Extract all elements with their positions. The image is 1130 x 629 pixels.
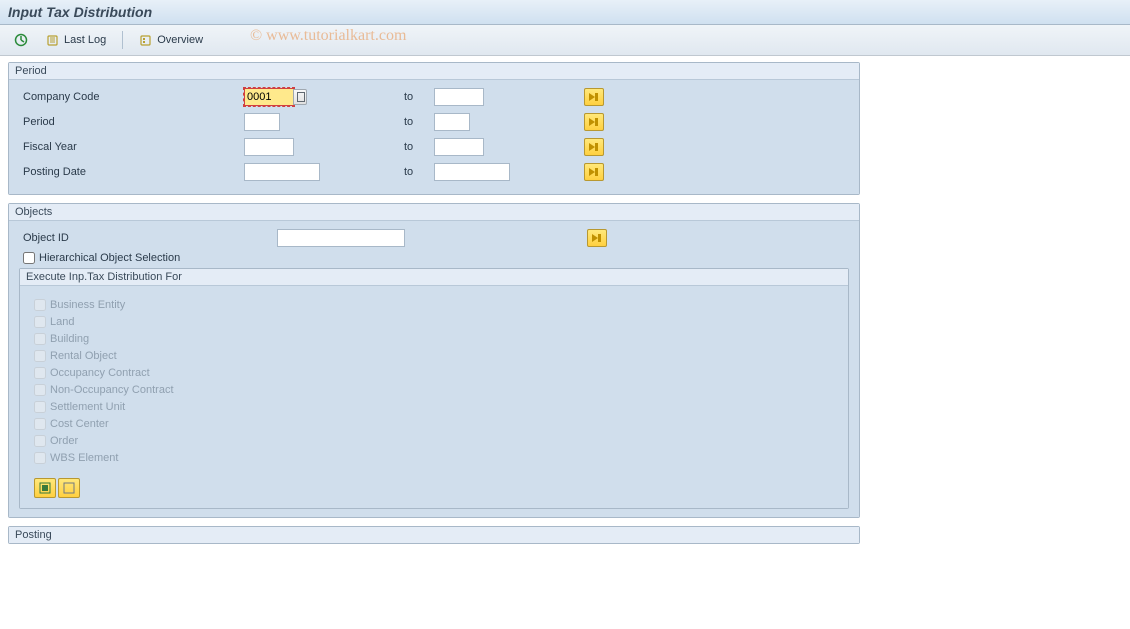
- period-panel-title: Period: [9, 63, 859, 80]
- label-rental-object: Rental Object: [50, 350, 117, 362]
- fiscal-year-from-input[interactable]: [244, 138, 294, 156]
- label-non-occupancy-contract: Non-Occupancy Contract: [50, 384, 174, 396]
- objects-panel: Objects Object ID Hierarchical Object Se…: [8, 203, 860, 518]
- label-fiscal-year: Fiscal Year: [19, 141, 244, 153]
- select-all-button[interactable]: [34, 478, 56, 498]
- deselect-all-icon: [63, 482, 75, 494]
- overview-label: Overview: [157, 34, 203, 46]
- label-land: Land: [50, 316, 74, 328]
- hierarchical-checkbox-row: Hierarchical Object Selection: [23, 252, 849, 264]
- object-id-input[interactable]: [277, 229, 405, 247]
- period-to-input[interactable]: [434, 113, 470, 131]
- deselect-all-button[interactable]: [58, 478, 80, 498]
- log-icon: [46, 33, 60, 47]
- fiscal-year-to-input[interactable]: [434, 138, 484, 156]
- check-non-occupancy-contract: [34, 384, 46, 396]
- to-label: to: [404, 166, 434, 178]
- multi-select-button[interactable]: [584, 163, 604, 181]
- label-period: Period: [19, 116, 244, 128]
- last-log-button[interactable]: Last Log: [40, 31, 112, 49]
- period-from-input[interactable]: [244, 113, 280, 131]
- label-object-id: Object ID: [19, 232, 277, 244]
- label-order: Order: [50, 435, 78, 447]
- company-code-to-input[interactable]: [434, 88, 484, 106]
- check-wbs-element: [34, 452, 46, 464]
- last-log-label: Last Log: [64, 34, 106, 46]
- execute-for-subpanel: Execute Inp.Tax Distribution For Busines…: [19, 268, 849, 509]
- header: Input Tax Distribution: [0, 0, 1130, 25]
- select-all-icon: [39, 482, 51, 494]
- to-label: to: [404, 91, 434, 103]
- row-object-id: Object ID: [19, 227, 849, 249]
- period-panel: Period Company Code to Period to Fiscal …: [8, 62, 860, 195]
- to-label: to: [404, 116, 434, 128]
- objects-panel-title: Objects: [9, 204, 859, 221]
- label-wbs-element: WBS Element: [50, 452, 118, 464]
- row-period: Period to: [19, 111, 849, 133]
- label-settlement-unit: Settlement Unit: [50, 401, 125, 413]
- execute-for-body: Business Entity Land Building Rental Obj…: [20, 286, 848, 508]
- hierarchical-label: Hierarchical Object Selection: [39, 252, 180, 264]
- overview-icon: [139, 33, 153, 47]
- posting-panel-title: Posting: [9, 527, 859, 543]
- toolbar: Last Log Overview © www.tutorialkart.com: [0, 25, 1130, 56]
- label-business-entity: Business Entity: [50, 299, 125, 311]
- execute-button[interactable]: [8, 31, 34, 49]
- posting-panel: Posting: [8, 526, 860, 544]
- check-order: [34, 435, 46, 447]
- hierarchical-checkbox[interactable]: [23, 252, 35, 264]
- check-rental-object: [34, 350, 46, 362]
- multi-select-button[interactable]: [584, 138, 604, 156]
- company-code-from-input[interactable]: [244, 88, 294, 106]
- check-building: [34, 333, 46, 345]
- to-label: to: [404, 141, 434, 153]
- multi-select-button[interactable]: [587, 229, 607, 247]
- check-settlement-unit: [34, 401, 46, 413]
- execute-for-title: Execute Inp.Tax Distribution For: [20, 269, 848, 286]
- toolbar-divider: [122, 31, 123, 49]
- overview-button[interactable]: Overview: [133, 31, 209, 49]
- check-cost-center: [34, 418, 46, 430]
- period-panel-body: Company Code to Period to Fiscal Year to: [9, 80, 859, 194]
- select-buttons: [34, 478, 834, 498]
- label-company-code: Company Code: [19, 91, 244, 103]
- page-title: Input Tax Distribution: [8, 4, 1122, 20]
- objects-panel-body: Object ID Hierarchical Object Selection …: [9, 221, 859, 517]
- row-fiscal-year: Fiscal Year to: [19, 136, 849, 158]
- label-cost-center: Cost Center: [50, 418, 109, 430]
- row-posting-date: Posting Date to: [19, 161, 849, 183]
- watermark: © www.tutorialkart.com: [250, 27, 406, 45]
- posting-date-from-input[interactable]: [244, 163, 320, 181]
- label-occupancy-contract: Occupancy Contract: [50, 367, 150, 379]
- execute-icon: [14, 33, 28, 47]
- f4-help-icon[interactable]: [293, 89, 307, 105]
- multi-select-button[interactable]: [584, 113, 604, 131]
- row-company-code: Company Code to: [19, 86, 849, 108]
- content-area: Period Company Code to Period to Fiscal …: [0, 56, 1130, 550]
- multi-select-button[interactable]: [584, 88, 604, 106]
- posting-date-to-input[interactable]: [434, 163, 510, 181]
- label-posting-date: Posting Date: [19, 166, 244, 178]
- check-business-entity: [34, 299, 46, 311]
- check-occupancy-contract: [34, 367, 46, 379]
- label-building: Building: [50, 333, 89, 345]
- check-land: [34, 316, 46, 328]
